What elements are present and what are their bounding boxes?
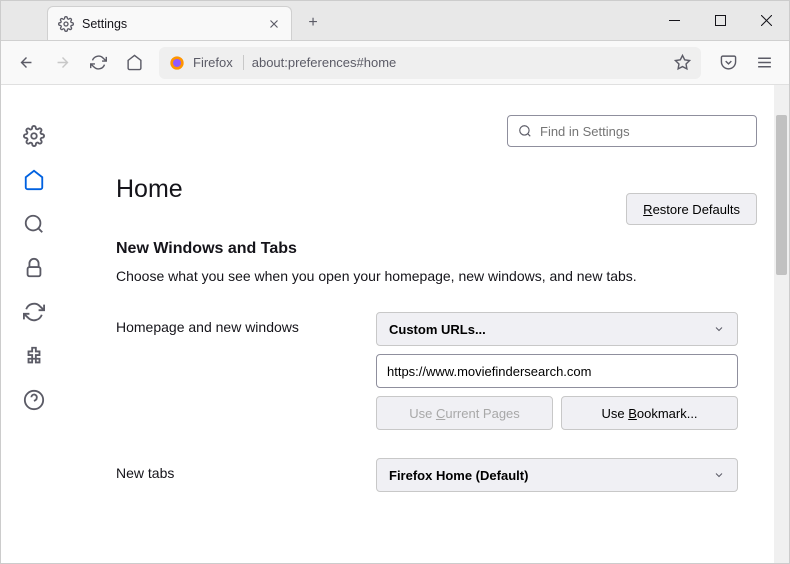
chevron-down-icon <box>713 323 725 335</box>
forward-button <box>45 46 79 80</box>
close-window-button[interactable] <box>743 0 789 40</box>
sidebar-help-icon[interactable] <box>23 389 45 411</box>
sidebar-search-icon[interactable] <box>23 213 45 235</box>
sidebar-privacy-icon[interactable] <box>23 257 45 279</box>
url-address: about:preferences#home <box>252 55 666 70</box>
pocket-button[interactable] <box>711 46 745 80</box>
search-icon <box>518 124 532 138</box>
reload-button[interactable] <box>81 46 115 80</box>
newtabs-dropdown-value: Firefox Home (Default) <box>389 468 528 483</box>
tab-title: Settings <box>82 17 267 31</box>
homepage-url-input[interactable] <box>376 354 738 388</box>
homepage-dropdown-value: Custom URLs... <box>389 322 486 337</box>
minimize-button[interactable] <box>651 0 697 40</box>
maximize-button[interactable] <box>697 0 743 40</box>
back-button[interactable] <box>9 46 43 80</box>
restore-defaults-button[interactable]: Restore Defaults <box>626 193 757 225</box>
firefox-icon <box>169 55 185 71</box>
browser-tab[interactable]: Settings <box>47 6 292 40</box>
scrollbar-track[interactable] <box>774 85 789 563</box>
bookmark-star-icon[interactable] <box>674 54 691 71</box>
sidebar-extensions-icon[interactable] <box>23 345 45 367</box>
find-input[interactable] <box>540 124 746 139</box>
newtabs-label: New tabs <box>116 458 376 481</box>
sidebar <box>1 85 66 563</box>
section-header: New Windows and Tabs <box>116 240 759 258</box>
url-bar[interactable]: Firefox about:preferences#home <box>159 47 701 79</box>
close-tab-icon[interactable] <box>267 17 281 31</box>
use-bookmark-button[interactable]: Use Bookmark... <box>561 396 738 430</box>
find-in-settings[interactable] <box>507 115 757 147</box>
home-button[interactable] <box>117 46 151 80</box>
homepage-dropdown[interactable]: Custom URLs... <box>376 312 738 346</box>
sidebar-sync-icon[interactable] <box>23 301 45 323</box>
section-description: Choose what you see when you open your h… <box>116 268 759 284</box>
newtabs-dropdown[interactable]: Firefox Home (Default) <box>376 458 738 492</box>
homepage-label: Homepage and new windows <box>116 312 376 335</box>
use-current-pages-button[interactable]: Use Current Pages <box>376 396 553 430</box>
sidebar-general-icon[interactable] <box>23 125 45 147</box>
url-brand: Firefox <box>193 55 244 70</box>
scrollbar-thumb[interactable] <box>776 115 787 275</box>
gear-icon <box>58 16 74 32</box>
chevron-down-icon <box>713 469 725 481</box>
new-tab-button[interactable]: + <box>298 8 328 38</box>
menu-button[interactable] <box>747 46 781 80</box>
sidebar-home-icon[interactable] <box>23 169 45 191</box>
